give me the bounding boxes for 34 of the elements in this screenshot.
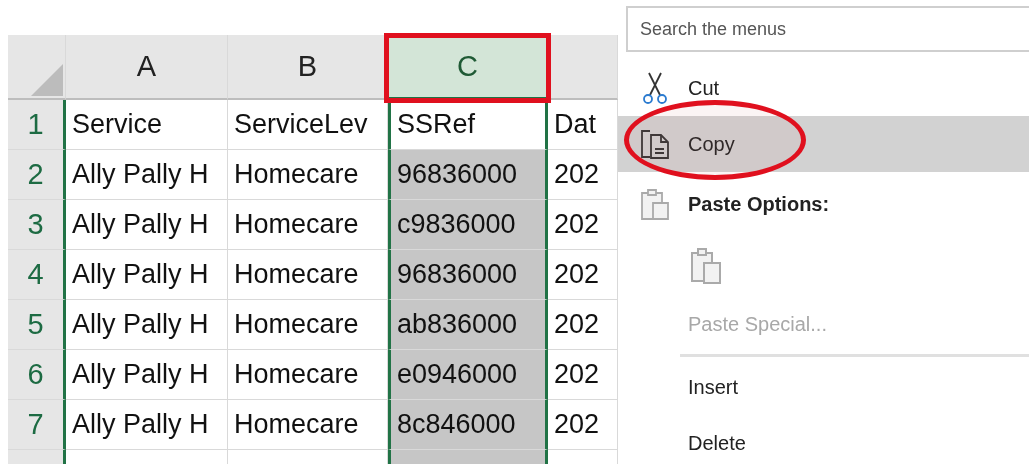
row-header[interactable]: 3 bbox=[8, 200, 66, 250]
menu-item[interactable]: Insert bbox=[618, 359, 1029, 415]
menu-item[interactable]: Delete bbox=[618, 415, 1029, 464]
column-header[interactable] bbox=[548, 35, 618, 100]
table-cell: SSRef bbox=[388, 100, 548, 150]
table-cell: Ally Pally H bbox=[66, 150, 228, 200]
row-header[interactable]: 7 bbox=[8, 400, 66, 450]
table-cell: c9836000 bbox=[388, 200, 548, 250]
copy-icon bbox=[640, 127, 670, 161]
section-heading: Paste Options: bbox=[688, 192, 830, 216]
row-header[interactable]: 1 bbox=[8, 100, 66, 150]
table-cell: Ally Pally H bbox=[66, 400, 228, 450]
table-cell: Service bbox=[66, 100, 228, 150]
table-cell: Ally Pally H bbox=[66, 250, 228, 300]
table-cell: 8c846000 bbox=[388, 400, 548, 450]
row-header[interactable]: 5 bbox=[8, 300, 66, 350]
table-cell: Ally Pally H bbox=[66, 200, 228, 250]
menu-item[interactable]: Copy bbox=[618, 116, 1029, 172]
column-header[interactable]: A bbox=[66, 35, 228, 100]
table-cell: ab836000 bbox=[388, 300, 548, 350]
table-cell: 96836000 bbox=[388, 150, 548, 200]
paste-button[interactable] bbox=[688, 246, 724, 286]
table-cell: 96836000 bbox=[388, 250, 548, 300]
search-field[interactable]: Search the menus bbox=[626, 6, 1029, 52]
row-header[interactable]: 2 bbox=[8, 150, 66, 200]
clipboard-icon bbox=[690, 247, 722, 285]
clipboard-icon bbox=[640, 187, 670, 221]
table-cell: Ally Pally H bbox=[66, 300, 228, 350]
row-header[interactable]: 6 bbox=[8, 350, 66, 400]
table-cell: Ally Pally H bbox=[66, 350, 228, 400]
scissors-icon bbox=[640, 71, 670, 105]
table-cell: e0946000 bbox=[388, 350, 548, 400]
row-header[interactable]: 4 bbox=[8, 250, 66, 300]
menu-item[interactable]: Cut bbox=[618, 60, 1029, 116]
